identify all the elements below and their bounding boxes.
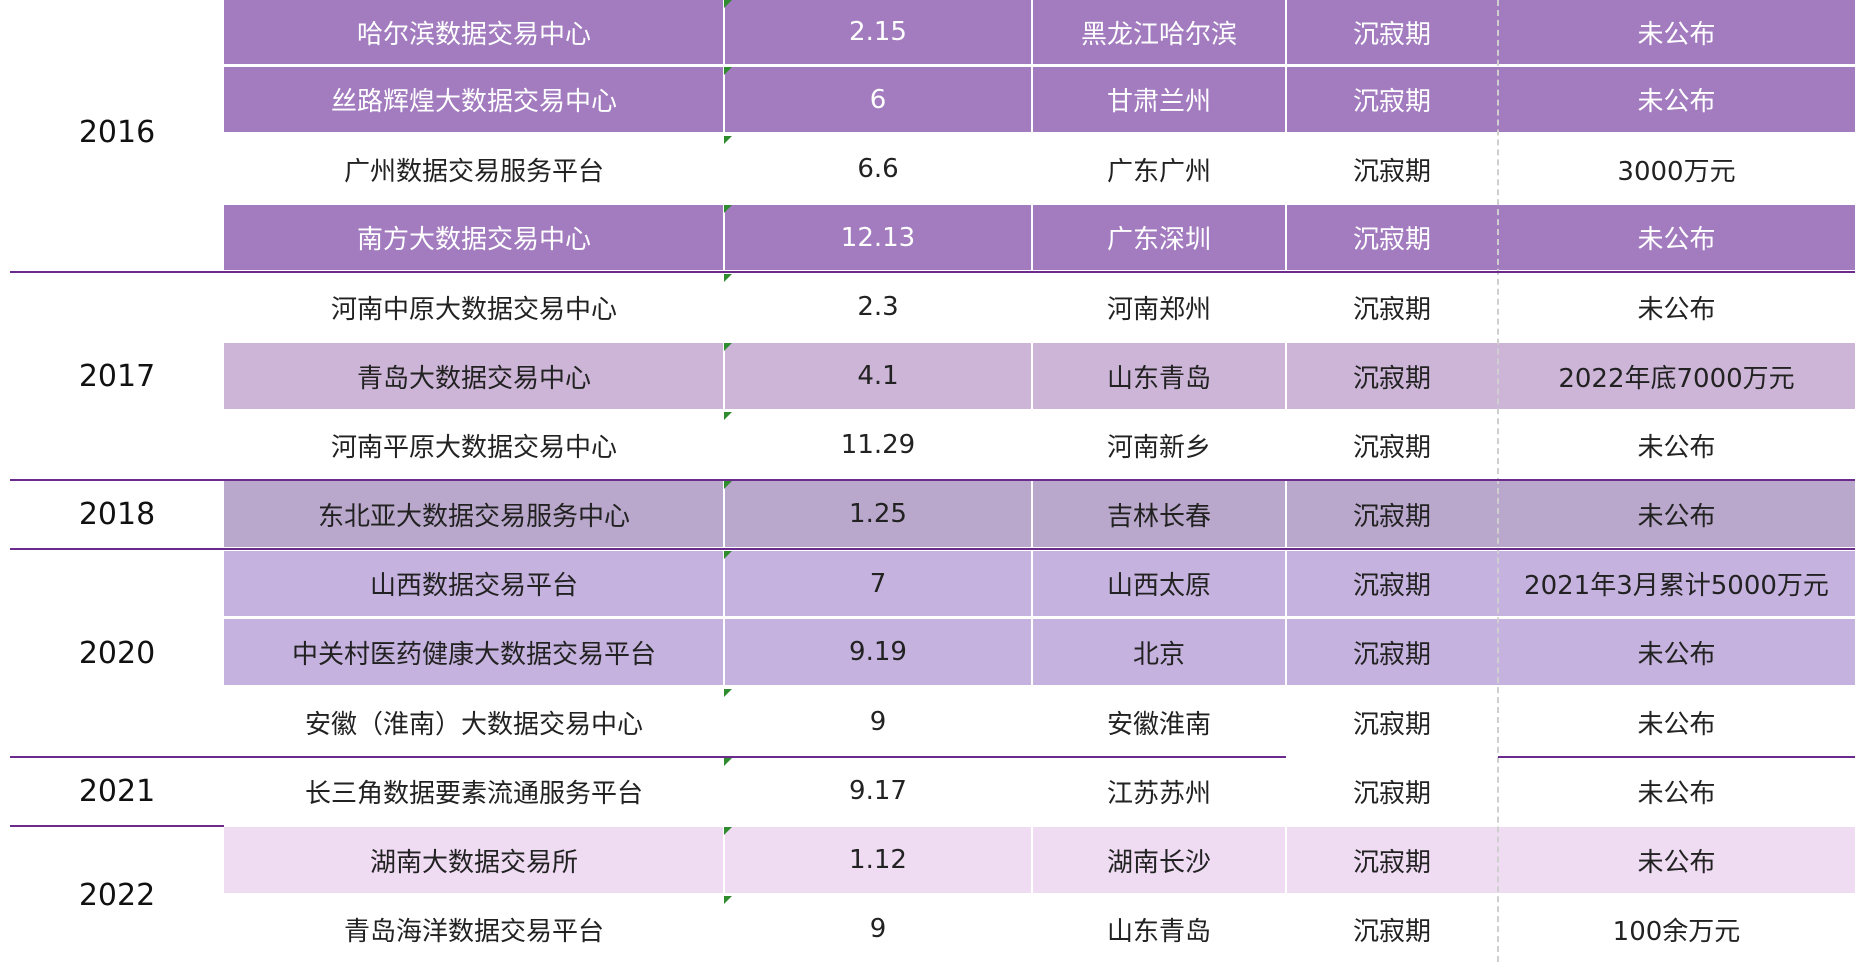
exchange-name-cell: 湖南大数据交易所 <box>369 847 578 878</box>
exchange-name-cell: 中关村医药健康大数据交易平台 <box>291 639 656 670</box>
revenue-cell: 未公布 <box>1637 225 1716 255</box>
launch-date-cell: 1.25 <box>849 499 907 529</box>
launch-date-cell: 12.13 <box>840 222 916 253</box>
revenue-cell: 未公布 <box>1637 294 1716 325</box>
year-label: 2016 <box>78 114 156 150</box>
location-cell: 河南新乡 <box>1106 432 1211 463</box>
launch-date-cell: 2.15 <box>849 17 907 47</box>
exchange-name-cell: 山西数据交易平台 <box>369 571 578 601</box>
exchange-name-cell: 河南平原大数据交易中心 <box>330 432 617 463</box>
launch-date-cell: 6.6 <box>857 154 899 184</box>
location-cell: 北京 <box>1132 639 1185 670</box>
exchange-name-cell: 南方大数据交易中心 <box>356 225 591 255</box>
location-cell: 江苏苏州 <box>1106 778 1211 809</box>
stage-cell: 沉寂期 <box>1352 639 1431 670</box>
comment-marker-icon[interactable] <box>724 274 732 282</box>
comment-marker-icon[interactable] <box>724 67 732 75</box>
year-label: 2022 <box>78 877 156 913</box>
comment-marker-icon[interactable] <box>724 481 732 489</box>
stage-cell: 沉寂期 <box>1352 156 1431 187</box>
exchange-name-cell: 安徽（淮南）大数据交易中心 <box>304 709 643 740</box>
location-cell: 甘肃兰州 <box>1106 87 1211 117</box>
stage-cell: 沉寂期 <box>1352 432 1431 463</box>
location-cell: 山西太原 <box>1106 571 1211 601</box>
comment-marker-icon[interactable] <box>724 689 732 697</box>
location-cell: 黑龙江哈尔滨 <box>1080 19 1237 50</box>
stage-cell: 沉寂期 <box>1352 571 1431 601</box>
comment-marker-icon[interactable] <box>724 827 732 835</box>
revenue-cell: 未公布 <box>1637 19 1716 50</box>
stage-cell: 沉寂期 <box>1352 501 1431 532</box>
comment-marker-icon[interactable] <box>724 896 732 904</box>
comment-marker-icon[interactable] <box>724 343 732 351</box>
launch-date-cell: 6 <box>869 84 887 115</box>
exchange-name-cell: 河南中原大数据交易中心 <box>330 294 617 325</box>
exchange-name-cell: 广州数据交易服务平台 <box>343 156 604 187</box>
location-cell: 广东深圳 <box>1106 225 1211 255</box>
comment-marker-icon[interactable] <box>724 412 732 420</box>
group-divider <box>10 548 1855 550</box>
comment-marker-icon[interactable] <box>724 551 732 559</box>
stage-cell: 沉寂期 <box>1352 709 1431 740</box>
launch-date-cell: 7 <box>869 568 887 599</box>
exchange-name-cell: 青岛大数据交易中心 <box>356 363 591 394</box>
exchange-name-cell: 东北亚大数据交易服务中心 <box>317 501 630 532</box>
revenue-cell: 未公布 <box>1637 709 1716 740</box>
stage-cell: 沉寂期 <box>1352 778 1431 809</box>
launch-date-cell: 9.17 <box>849 776 907 806</box>
revenue-cell: 未公布 <box>1637 87 1716 117</box>
revenue-cell: 100余万元 <box>1612 916 1741 947</box>
location-cell: 山东青岛 <box>1106 363 1211 394</box>
location-cell: 山东青岛 <box>1106 916 1211 947</box>
stage-cell: 沉寂期 <box>1352 916 1431 947</box>
location-cell: 吉林长春 <box>1106 501 1211 532</box>
stage-cell: 沉寂期 <box>1352 847 1431 878</box>
launch-date-cell: 9 <box>869 707 887 737</box>
group-divider <box>10 271 1855 273</box>
revenue-cell: 3000万元 <box>1617 156 1736 187</box>
location-cell: 安徽淮南 <box>1106 709 1211 740</box>
launch-date-cell: 4.1 <box>857 361 899 391</box>
exchange-name-cell: 长三角数据要素流通服务平台 <box>304 778 643 809</box>
revenue-cell: 2022年底7000万元 <box>1558 363 1795 394</box>
stage-cell: 沉寂期 <box>1352 19 1431 50</box>
data-exchange-table: 2016 2017 2018 2020 2021 2022 哈尔滨数据交易中心 … <box>0 0 1863 962</box>
location-cell: 广东广州 <box>1106 156 1211 187</box>
revenue-cell: 未公布 <box>1637 639 1716 670</box>
exchange-name-cell: 哈尔滨数据交易中心 <box>356 19 591 50</box>
revenue-cell: 未公布 <box>1637 432 1716 463</box>
revenue-cell: 未公布 <box>1637 778 1716 809</box>
year-label: 2021 <box>78 773 156 809</box>
launch-date-cell: 9.19 <box>849 637 907 667</box>
revenue-cell: 未公布 <box>1637 847 1716 878</box>
stage-cell: 沉寂期 <box>1352 363 1431 394</box>
year-label: 2017 <box>78 358 156 394</box>
year-label: 2020 <box>78 635 156 671</box>
group-divider <box>10 825 224 827</box>
exchange-name-cell: 青岛海洋数据交易平台 <box>343 916 604 947</box>
launch-date-cell: 1.12 <box>849 845 907 875</box>
location-cell: 河南郑州 <box>1106 294 1211 325</box>
exchange-name-cell: 丝路辉煌大数据交易中心 <box>330 87 617 117</box>
launch-date-cell: 2.3 <box>857 292 899 322</box>
comment-marker-icon[interactable] <box>724 758 732 766</box>
comment-marker-icon[interactable] <box>724 205 732 213</box>
revenue-cell: 2021年3月累计5000万元 <box>1524 571 1829 601</box>
year-label: 2018 <box>78 497 156 532</box>
comment-marker-icon[interactable] <box>724 136 732 144</box>
comment-marker-icon[interactable] <box>724 0 732 8</box>
launch-date-cell: 11.29 <box>840 430 916 460</box>
location-cell: 湖南长沙 <box>1106 847 1211 878</box>
revenue-cell: 未公布 <box>1637 501 1716 532</box>
stage-cell: 沉寂期 <box>1352 225 1431 255</box>
launch-date-cell: 9 <box>869 914 887 944</box>
stage-cell: 沉寂期 <box>1352 87 1431 117</box>
stage-cell: 沉寂期 <box>1352 294 1431 325</box>
